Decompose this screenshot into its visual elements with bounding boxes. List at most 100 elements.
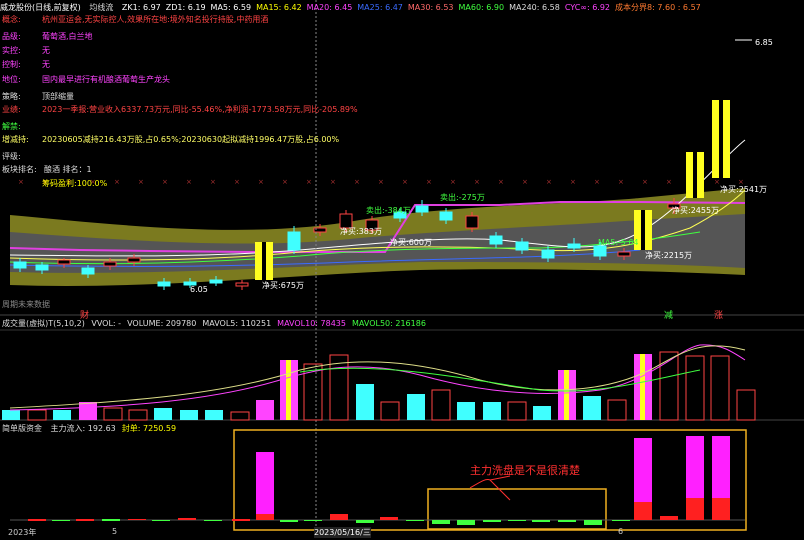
info-text: 国内最早进行有机酿酒葡萄生产龙头 — [42, 75, 170, 84]
x-marker: × — [210, 178, 216, 186]
volume-bar — [230, 411, 250, 421]
volume-bar — [736, 389, 756, 421]
header-value: MA240: 6.58 — [509, 3, 560, 12]
volume-bar — [533, 406, 551, 420]
volume-panel-title[interactable]: 成交量(虚拟)T(5,10,2) — [2, 319, 85, 328]
info-row: 筹码盈利:100.0% — [2, 178, 107, 189]
candle-body — [287, 231, 301, 251]
info-text: 无 — [42, 60, 50, 69]
volume-bar — [431, 389, 451, 421]
info-label: 解禁: — [2, 122, 21, 131]
info-row: 地位: 国内最早进行有机酿酒葡萄生产龙头 — [2, 74, 170, 85]
volume-bar — [205, 410, 223, 420]
net-buy-label-3: 净买:2215万 — [645, 251, 693, 260]
volume-bar — [103, 407, 123, 421]
highlight-candle-core — [641, 210, 645, 250]
candle-body — [465, 215, 479, 229]
fund-inflow-base — [686, 498, 704, 520]
info-row: 概念: 杭州亚运会,无实际控人,效果所在地:境外知名投行持股,中药用酒 — [2, 14, 268, 25]
volume-bar-highlight — [286, 360, 291, 420]
info-label: 控制: — [2, 60, 21, 69]
x-marker: × — [450, 178, 456, 186]
info-label: 评级: — [2, 152, 21, 161]
volume-bar-highlight — [640, 354, 645, 420]
x-marker: × — [642, 178, 648, 186]
axis-label-month5: 5 — [112, 527, 118, 536]
fund-inflow-bar — [712, 436, 730, 498]
fund-panel-title[interactable]: 简单版资金 — [2, 424, 42, 433]
info-text: 杭州亚运会,无实际控人,效果所在地:境外知名投行持股,中药用酒 — [42, 15, 269, 24]
volume-bar — [710, 355, 730, 421]
highlight-candle-core — [719, 100, 723, 178]
fund-bar — [280, 520, 298, 522]
marker-zhang: 涨 — [714, 311, 724, 321]
fund-bar — [152, 520, 170, 521]
highlight-candle-core — [262, 242, 266, 280]
chart-header: 威龙股份(日线,前复权) 均线流 ZK1: 6.97 ZD1: 6.19 MA5: … — [0, 2, 712, 13]
annotation-arrow — [489, 479, 511, 501]
x-marker: × — [426, 178, 432, 186]
x-marker: × — [354, 178, 360, 186]
x-marker: × — [162, 178, 168, 186]
info-row: 品级: 葡萄酒,白兰地 — [2, 31, 93, 42]
x-marker: × — [234, 178, 240, 186]
stock-title[interactable]: 威龙股份(日线,前复权) — [0, 3, 81, 12]
info-row: 增减持: 20230605减持216.43万股,占0.65%;20230630起拟… — [2, 134, 339, 145]
fund-inflow-base — [634, 502, 652, 520]
fund-bar — [380, 517, 398, 520]
fund-bar — [532, 520, 550, 522]
candle-body — [57, 259, 71, 265]
fund-bar — [483, 520, 501, 522]
x-marker: × — [594, 178, 600, 186]
volume-bar — [27, 409, 47, 421]
axis-label-year: 2023年 — [8, 528, 37, 537]
info-row: 策略: 顶部缩量 — [2, 91, 74, 102]
info-label: 概念: — [2, 15, 21, 24]
info-text: 筹码盈利:100.0% — [42, 179, 108, 188]
x-marker: × — [138, 178, 144, 186]
highlight-box-inner — [427, 488, 607, 530]
volume-bar — [53, 410, 71, 420]
volume-bar — [659, 351, 679, 421]
fund-bar — [508, 520, 526, 521]
info-row: 实控: 无 — [2, 45, 50, 56]
volume-bar — [407, 394, 425, 420]
volume-bar — [356, 384, 374, 420]
x-marker: × — [114, 178, 120, 186]
wash-annotation: 主力洗盘是不是很清楚 — [470, 464, 580, 477]
fund-bar — [128, 519, 146, 520]
x-marker: × — [618, 178, 624, 186]
header-value: CYC∞: 6.92 — [564, 3, 611, 12]
fund-bar — [612, 520, 630, 521]
candle-body — [35, 264, 49, 271]
candle-body — [127, 257, 141, 263]
x-marker: × — [714, 178, 720, 186]
x-marker: × — [498, 178, 504, 186]
fund-panel-header: 简单版资金 主力流入: 192.63 封单: 7250.59 — [2, 423, 182, 434]
header-value: MA5: 6.59 — [210, 3, 252, 12]
volume-bar — [685, 355, 705, 421]
volume-panel-header: 成交量(虚拟)T(5,10,2) VVOL: - VOLUME: 209780 MA… — [2, 318, 432, 329]
fund-inflow-base — [256, 514, 274, 520]
x-marker: × — [306, 178, 312, 186]
fund-bar — [178, 518, 196, 520]
x-marker: × — [282, 178, 288, 186]
volume-bar — [79, 402, 97, 420]
info-text: 无 — [42, 46, 50, 55]
header-value: ZK1: 6.97 — [121, 3, 161, 12]
volume-value: MAVOL10: 78435 — [277, 319, 346, 328]
info-text: 葡萄酒,白兰地 — [42, 32, 93, 41]
volume-bar — [607, 399, 627, 421]
net-buy-label-1: 净买:2541万 — [720, 185, 768, 194]
low-price-label: 6.05 — [190, 285, 208, 294]
info-label: 策略: — [2, 92, 21, 101]
candle-body — [81, 267, 95, 275]
x-marker: × — [402, 178, 408, 186]
indicator-name[interactable]: 均线流 — [89, 3, 113, 12]
x-marker: × — [474, 178, 480, 186]
fund-bar — [52, 520, 70, 521]
volume-bar — [303, 363, 323, 421]
fund-bar — [660, 516, 678, 520]
volume-value: VVOL: - — [91, 319, 122, 328]
candle-body — [157, 281, 171, 287]
